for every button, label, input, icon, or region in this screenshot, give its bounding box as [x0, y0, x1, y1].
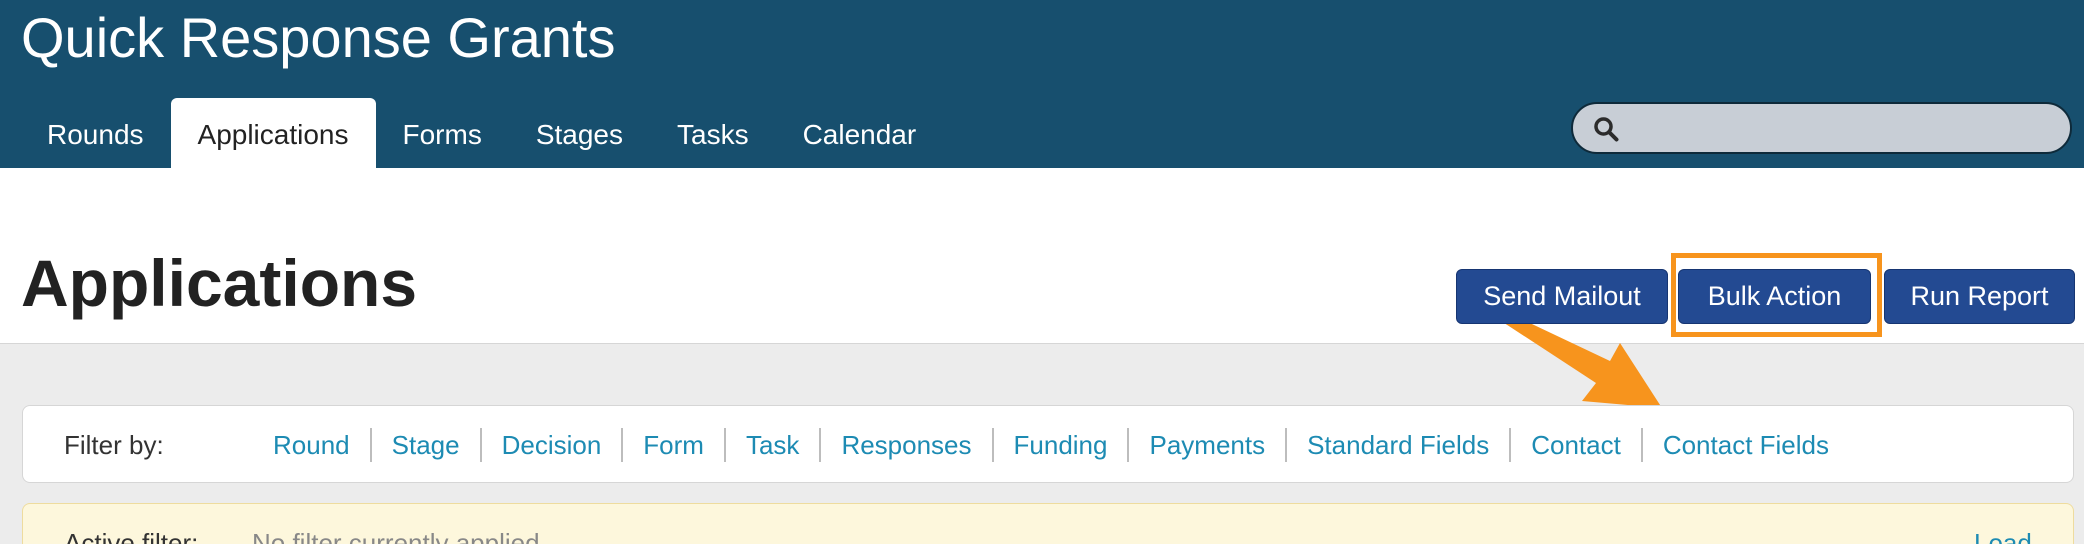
search-box[interactable] [1571, 102, 2072, 154]
filter-links: Round Stage Decision Form Task Responses… [253, 427, 1849, 463]
tab-tasks[interactable]: Tasks [650, 98, 776, 168]
filter-task[interactable]: Task [723, 428, 819, 462]
tab-forms[interactable]: Forms [376, 98, 509, 168]
active-filter-panel: Active filter: No filter currently appli… [22, 503, 2074, 544]
filter-form[interactable]: Form [621, 428, 724, 462]
load-filter-link[interactable]: Load [1974, 528, 2032, 544]
filter-label: Filter by: [64, 430, 164, 460]
tab-stages[interactable]: Stages [509, 98, 650, 168]
active-filter-label: Active filter: [64, 528, 199, 544]
page-title: Applications [21, 246, 418, 320]
page-header: Applications Send Mailout Bulk Action Ru… [0, 168, 2084, 408]
send-mailout-button[interactable]: Send Mailout [1456, 269, 1668, 324]
filter-payments[interactable]: Payments [1127, 428, 1285, 462]
bulk-action-highlight [1671, 253, 1882, 337]
filter-contact-fields[interactable]: Contact Fields [1640, 428, 1849, 462]
filter-decision[interactable]: Decision [479, 428, 622, 462]
app-title: Quick Response Grants [21, 6, 616, 69]
tab-applications[interactable]: Applications [170, 98, 376, 168]
filter-panel: Filter by: Round Stage Decision Form Tas… [22, 405, 2074, 483]
filter-funding[interactable]: Funding [991, 428, 1128, 462]
filter-contact[interactable]: Contact [1509, 428, 1641, 462]
tab-rounds[interactable]: Rounds [20, 98, 171, 168]
run-report-button[interactable]: Run Report [1884, 269, 2075, 324]
active-filter-status: No filter currently applied [252, 528, 540, 544]
filter-stage[interactable]: Stage [369, 428, 480, 462]
filter-responses[interactable]: Responses [819, 428, 991, 462]
tab-calendar[interactable]: Calendar [776, 98, 944, 168]
top-bar: Quick Response Grants Rounds Application… [0, 0, 2084, 168]
search-icon [1594, 117, 1619, 142]
filter-standard-fields[interactable]: Standard Fields [1285, 428, 1509, 462]
search-input[interactable] [1633, 110, 2053, 148]
filter-round[interactable]: Round [253, 428, 370, 462]
main-nav-tabs: Rounds Applications Forms Stages Tasks C… [20, 98, 943, 168]
